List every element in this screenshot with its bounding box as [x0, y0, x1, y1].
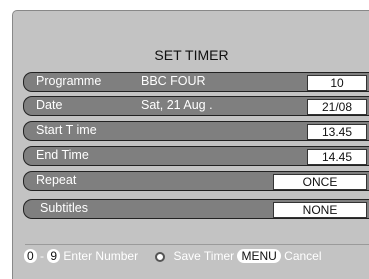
screen-title: SET TIMER: [154, 47, 229, 63]
start-time-field[interactable]: 13.45: [307, 124, 367, 140]
date-field[interactable]: 21/08: [307, 99, 367, 115]
key-9: 9: [47, 249, 61, 263]
footer-divider: [25, 244, 369, 245]
menu-key: MENU: [237, 249, 281, 263]
programme-field[interactable]: 10: [307, 75, 367, 91]
date-text: Sat, 21 Aug .: [141, 98, 213, 112]
end-time-label: End Time: [36, 148, 89, 162]
key-0: 0: [24, 249, 37, 263]
row-date[interactable]: Date Sat, 21 Aug . 21/08: [23, 96, 369, 116]
save-timer-hint: Save Timer: [173, 249, 235, 263]
ok-button-icon: [155, 251, 166, 262]
row-subtitles[interactable]: Subtitles NONE: [23, 199, 369, 219]
row-programme[interactable]: Programme BBC FOUR 10: [23, 72, 369, 92]
cancel-hint: Cancel: [284, 249, 322, 263]
row-start-time[interactable]: Start T ime 13.45: [23, 121, 369, 141]
row-end-time[interactable]: End Time 14.45: [23, 146, 369, 166]
start-time-label: Start T ime: [36, 123, 97, 137]
end-time-field[interactable]: 14.45: [307, 149, 367, 165]
programme-channel: BBC FOUR: [141, 74, 206, 88]
row-repeat[interactable]: Repeat ONCE: [23, 171, 369, 191]
help-bar: 0 - 9 Enter Number Save Timer MENU Cance…: [24, 249, 322, 263]
repeat-label: Repeat: [36, 173, 77, 187]
repeat-field[interactable]: ONCE: [273, 174, 367, 190]
programme-label: Programme: [36, 74, 102, 88]
subtitles-label: Subtitles: [40, 201, 88, 215]
key-range-separator: -: [40, 249, 45, 263]
date-label: Date: [36, 98, 63, 112]
enter-number-hint: Enter Number: [63, 249, 139, 263]
timer-panel: SET TIMER Programme BBC FOUR 10 Date Sat…: [12, 10, 369, 279]
subtitles-field[interactable]: NONE: [273, 202, 367, 218]
